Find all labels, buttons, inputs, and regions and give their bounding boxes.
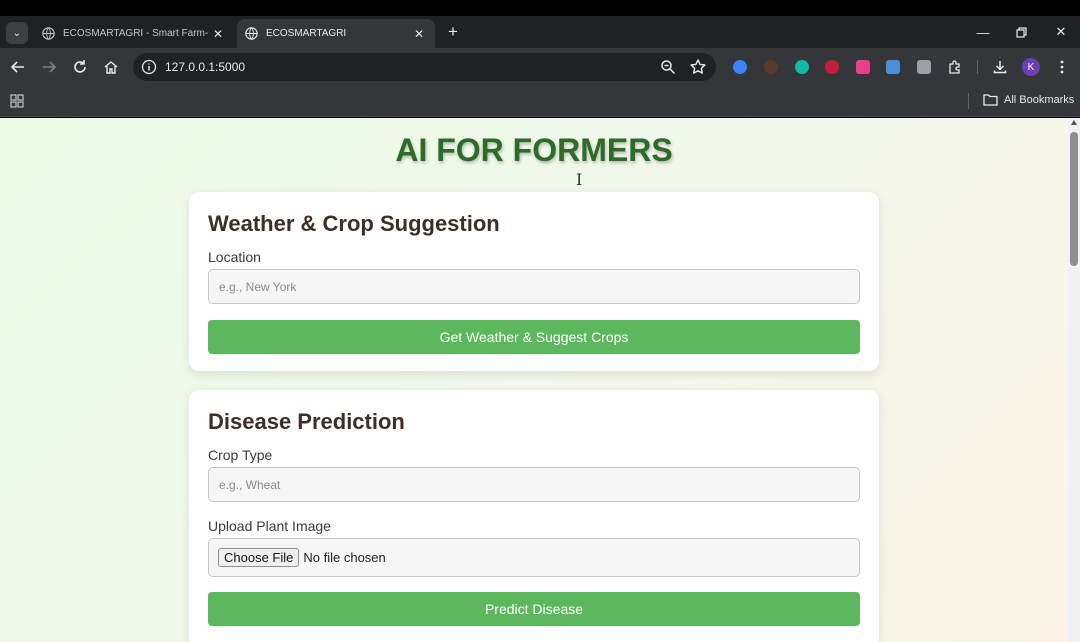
toolbar-divider [977,60,978,74]
vertical-scrollbar[interactable] [1068,118,1080,642]
globe-icon [245,27,258,40]
get-weather-button[interactable]: Get Weather & Suggest Crops [208,320,860,354]
extension-3-icon[interactable] [795,60,809,74]
extension-4-icon[interactable] [825,60,839,74]
tab-title: ECOSMARTAGRI - Smart Farm- [63,28,209,39]
tab-ecosmartagri-smart-farm[interactable]: ECOSMARTAGRI - Smart Farm- ✕ [34,19,234,48]
weather-card-heading: Weather & Crop Suggestion [208,211,500,236]
text-cursor-icon: I [576,170,583,189]
page-viewport: AI FOR FORMERS I Weather & Crop Suggesti… [0,118,1068,642]
browser-toolbar: 127.0.0.1:5000 K [0,48,1080,86]
extension-1-icon[interactable] [733,60,747,74]
disease-card-heading: Disease Prediction [208,409,405,434]
disease-prediction-card: Disease Prediction Crop Type Upload Plan… [189,390,879,642]
new-tab-plus-icon[interactable]: + [443,22,463,42]
tab-search-chevron-icon[interactable]: ⌄ [6,22,28,44]
extension-6-icon[interactable] [886,60,900,74]
extension-5-icon[interactable] [856,60,870,74]
weather-crop-card: Weather & Crop Suggestion Location Get W… [189,192,879,371]
screen-top-edge [0,0,1080,16]
bookmark-star-icon[interactable] [689,58,707,76]
scroll-up-arrow-icon[interactable] [1071,120,1077,125]
site-info-icon[interactable] [141,59,157,75]
upload-image-label: Upload Plant Image [208,518,331,534]
close-tab-icon[interactable]: ✕ [210,27,226,41]
predict-disease-button[interactable]: Predict Disease [208,592,860,626]
all-bookmarks-button[interactable]: All Bookmarks [983,93,1074,106]
profile-avatar[interactable]: K [1022,58,1040,76]
file-upload-field[interactable]: Choose File No file chosen [208,538,860,577]
address-bar[interactable]: 127.0.0.1:5000 [133,53,716,81]
close-tab-icon[interactable]: ✕ [411,27,427,41]
apps-grid-icon[interactable] [10,94,24,108]
zoom-icon[interactable] [660,59,676,75]
bookmarks-bar: All Bookmarks [0,86,1080,117]
tab-title: ECOSMARTAGRI [266,28,347,39]
crop-type-label: Crop Type [208,447,273,463]
bookmarks-divider [968,93,969,109]
reload-icon[interactable] [69,56,91,78]
back-arrow-icon[interactable] [7,56,29,78]
scrollbar-thumb[interactable] [1070,132,1078,266]
file-status-text: No file chosen [303,550,386,565]
extension-7-shield-icon[interactable] [917,60,931,74]
forward-arrow-icon[interactable] [38,56,60,78]
extension-2-icon[interactable] [764,60,778,74]
folder-icon [983,94,998,106]
all-bookmarks-label: All Bookmarks [1004,93,1075,106]
extensions-puzzle-icon[interactable] [947,59,963,75]
choose-file-button[interactable]: Choose File [218,548,300,567]
downloads-icon[interactable] [992,59,1008,75]
page-title: AI FOR FORMERS [395,132,673,168]
location-label: Location [208,249,261,265]
minimize-window-icon[interactable]: — [971,22,995,42]
location-input[interactable] [208,269,860,304]
globe-icon [42,27,55,40]
restore-window-icon[interactable] [1009,22,1033,42]
more-menu-icon[interactable] [1054,59,1070,75]
tab-ecosmartagri-active[interactable]: ECOSMARTAGRI ✕ [237,19,435,48]
crop-type-input[interactable] [208,467,860,502]
tab-strip: ⌄ ECOSMARTAGRI - Smart Farm- ✕ ECOSMARTA… [0,16,1080,48]
home-icon[interactable] [100,56,122,78]
address-url[interactable]: 127.0.0.1:5000 [165,60,245,74]
close-window-icon[interactable]: ✕ [1049,22,1073,42]
